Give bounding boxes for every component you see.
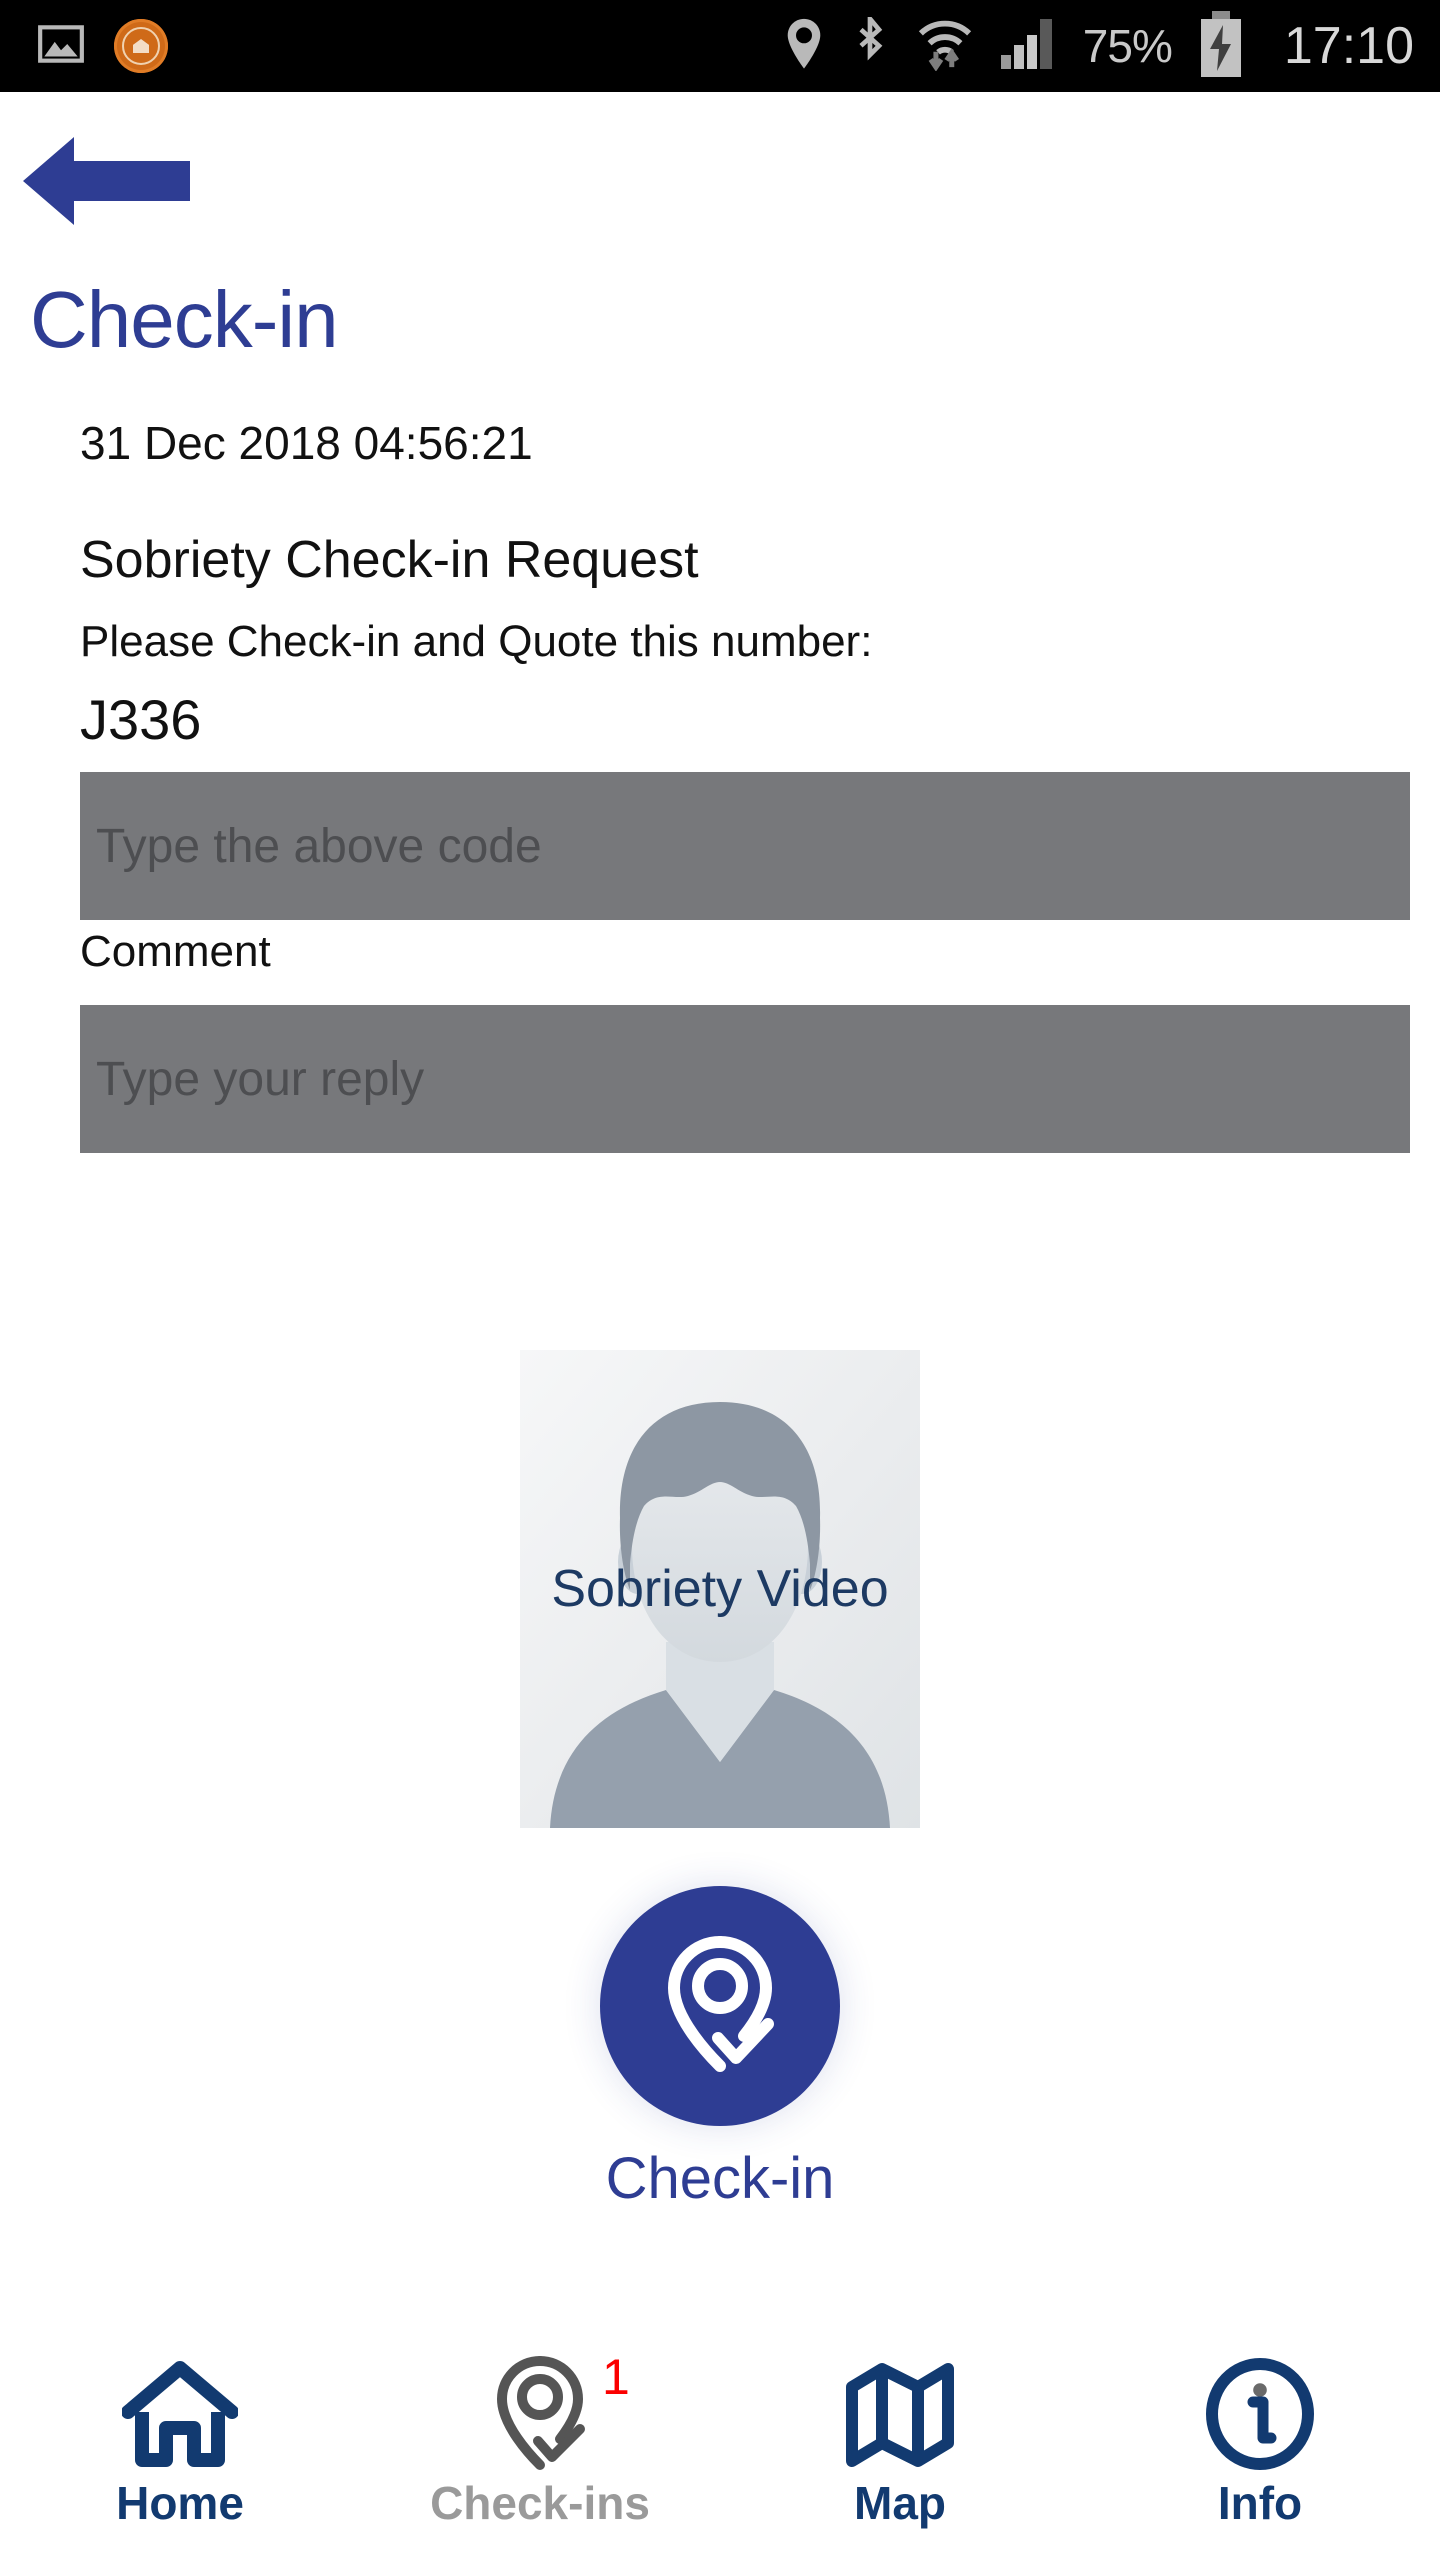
map-folded-icon xyxy=(844,2356,956,2472)
back-arrow-icon xyxy=(22,129,192,238)
checkin-button-label: Check-in xyxy=(605,2146,835,2211)
request-instruction: Please Check-in and Quote this number: xyxy=(80,617,873,666)
app-screen: 75% 17:10 Check-in 31 Dec 2018 04:56:21 … xyxy=(0,0,1440,2560)
signal-bars-icon xyxy=(1000,18,1057,74)
wifi-icon xyxy=(915,17,975,76)
comment-input[interactable] xyxy=(80,1005,1410,1153)
location-pin-icon xyxy=(783,18,825,75)
nav-item-checkins[interactable]: 1 Check-ins xyxy=(360,2330,720,2560)
info-circle-icon xyxy=(1205,2356,1315,2472)
nav-label-checkins: Check-ins xyxy=(430,2477,650,2529)
clock-label: 17:10 xyxy=(1283,17,1414,75)
battery-charging-icon xyxy=(1198,10,1244,82)
ecell-logo-icon xyxy=(114,19,168,73)
status-bar-notifications xyxy=(0,19,168,74)
nav-label-map: Map xyxy=(854,2477,946,2529)
person-avatar-placeholder-icon xyxy=(520,1350,920,1828)
comment-label: Comment xyxy=(80,927,271,976)
home-icon xyxy=(122,2356,238,2472)
page-title: Check-in xyxy=(30,275,339,364)
nav-label-info: Info xyxy=(1217,2477,1303,2529)
checkin-timestamp: 31 Dec 2018 04:56:21 xyxy=(80,417,533,469)
nav-item-info[interactable]: Info xyxy=(1080,2330,1440,2560)
back-button[interactable] xyxy=(22,128,202,238)
bottom-navigation: Home 1 Check-ins Map Info xyxy=(0,2330,1440,2560)
battery-percent-label: 75% xyxy=(1082,20,1173,72)
quote-code-value: J336 xyxy=(80,688,202,751)
nav-item-home[interactable]: Home xyxy=(0,2330,360,2560)
code-input[interactable] xyxy=(80,772,1410,920)
checkins-badge-count: 1 xyxy=(602,2349,630,2405)
nav-label-home: Home xyxy=(116,2477,244,2529)
sobriety-video-thumbnail[interactable]: Sobriety Video xyxy=(520,1350,920,1828)
location-pin-check-icon xyxy=(486,2356,594,2472)
checkin-action-group: Check-in xyxy=(0,1886,1440,2208)
checkin-button[interactable] xyxy=(600,1886,840,2126)
image-icon xyxy=(36,19,86,74)
location-pin-check-icon xyxy=(654,1930,786,2083)
bluetooth-icon xyxy=(851,11,889,76)
request-title: Sobriety Check-in Request xyxy=(80,531,699,589)
status-bar: 75% 17:10 xyxy=(0,0,1440,92)
status-bar-system-icons: 75% 17:10 xyxy=(783,10,1440,82)
nav-item-map[interactable]: Map xyxy=(720,2330,1080,2560)
